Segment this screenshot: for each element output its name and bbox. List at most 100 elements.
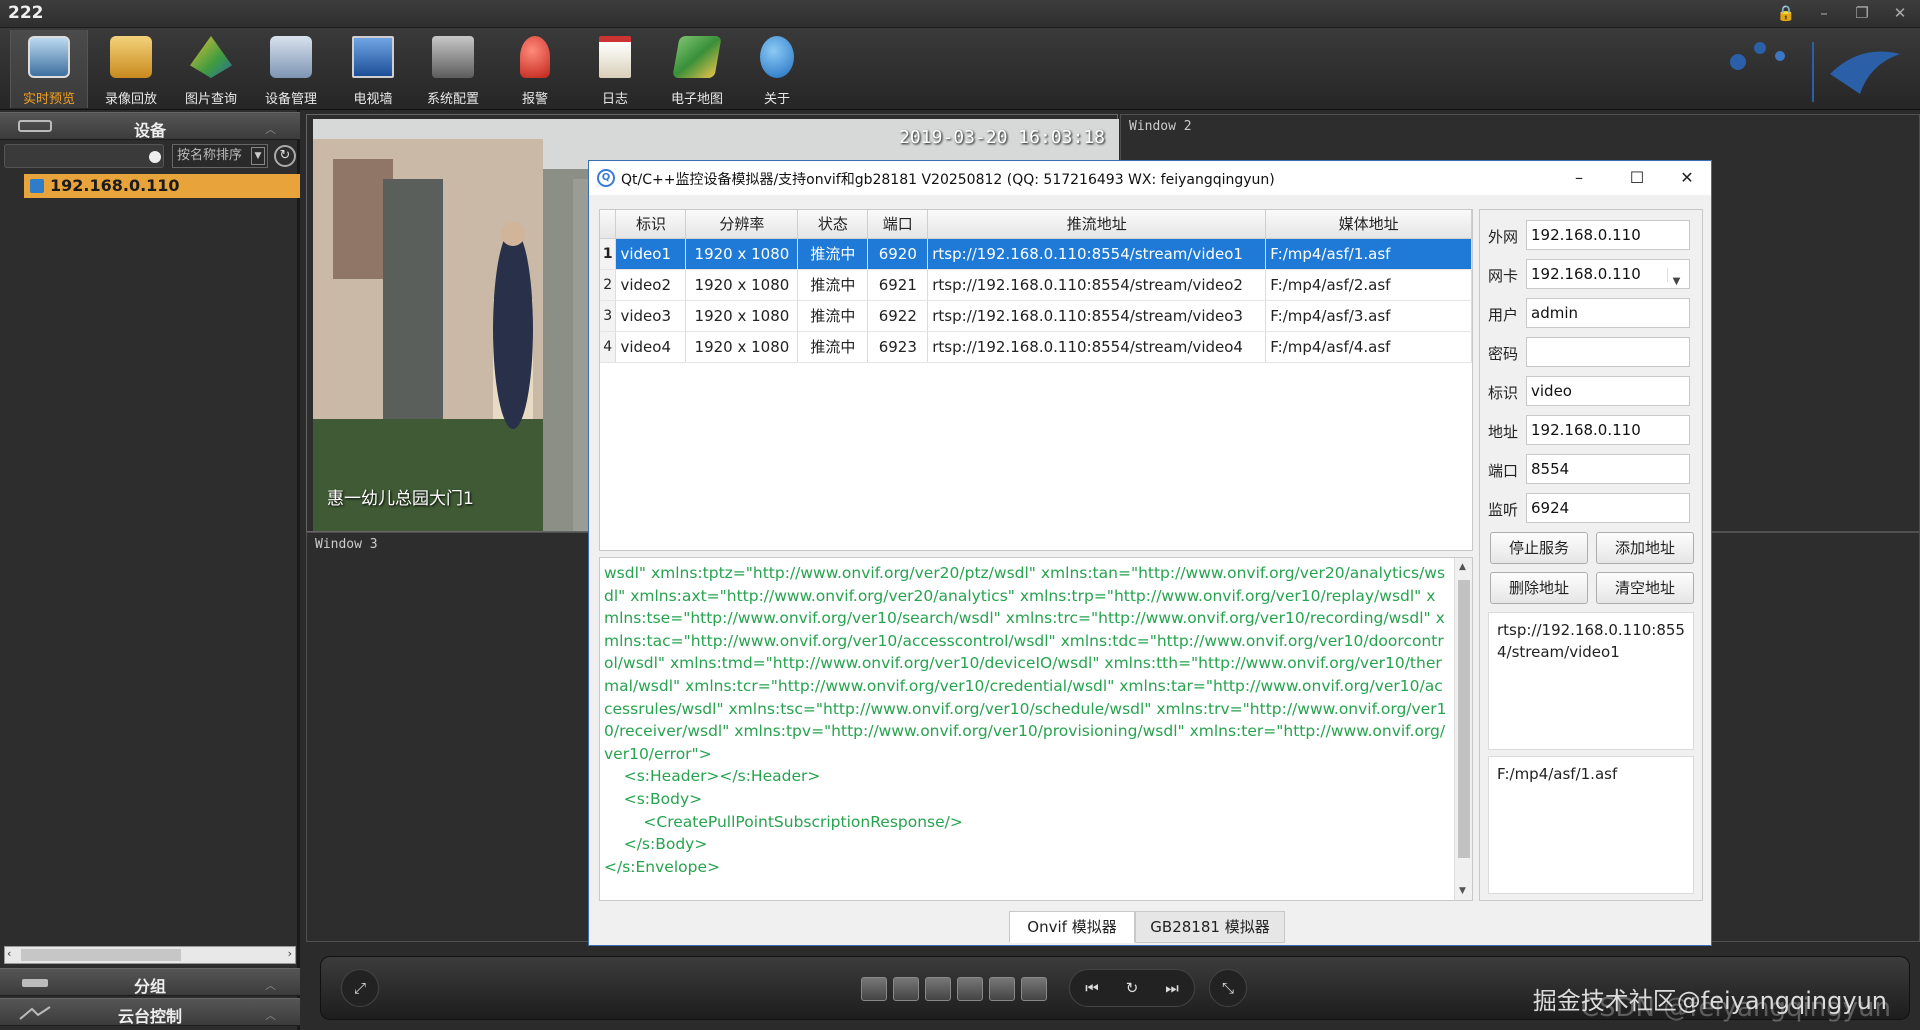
app-title: 222 [8, 3, 44, 23]
add-address-button[interactable]: 添加地址 [1596, 532, 1694, 564]
toolbar-item-device-manage[interactable]: 设备管理 [252, 30, 330, 108]
layout-4-button[interactable] [893, 977, 919, 1001]
cell-resolution: 1920 x 1080 [685, 238, 799, 270]
table-row[interactable]: 2 video2 1920 x 1080 推流中 6921 rtsp://192… [600, 269, 1472, 301]
device-search-input[interactable] [4, 144, 164, 168]
column-header-media-path[interactable]: 媒体地址 [1265, 210, 1472, 239]
layout-9-button[interactable] [957, 977, 983, 1001]
media-path-box[interactable]: F:/mp4/asf/1.asf [1488, 756, 1694, 894]
password-input[interactable] [1526, 337, 1690, 367]
cell-status: 推流中 [797, 269, 869, 301]
juejin-watermark: 掘金技术社区@feiyangqingyun [1532, 987, 1887, 1015]
id-label: 标识 [1488, 384, 1519, 402]
scrollbar-thumb[interactable] [1458, 580, 1470, 858]
toolbar-label: 报警 [521, 92, 548, 107]
chevron-down-icon: ▼ [251, 147, 265, 165]
tab-gb28181[interactable]: GB28181 模拟器 [1135, 911, 1285, 943]
port-input[interactable]: 8554 [1526, 454, 1690, 484]
restore-button[interactable]: ❐ [1850, 2, 1874, 24]
stream-table-grid: 标识 分辨率 状态 端口 推流地址 媒体地址 1 video1 1920 x 1… [600, 210, 1472, 363]
scroll-up-icon[interactable]: ▲ [1459, 562, 1466, 572]
scrollbar-thumb[interactable] [21, 949, 181, 961]
stream-table: 标识 分辨率 状态 端口 推流地址 媒体地址 1 video1 1920 x 1… [599, 209, 1473, 551]
dialog-close-button[interactable]: ✕ [1665, 163, 1709, 193]
toolbar-item-playback[interactable]: 录像回放 [92, 30, 170, 108]
log-scrollbar[interactable]: ▲ ▼ [1454, 558, 1472, 900]
column-header-resolution[interactable]: 分辨率 [685, 210, 799, 239]
toolbar-label: 系统配置 [426, 92, 479, 107]
table-row[interactable]: 4 video4 1920 x 1080 推流中 6923 rtsp://192… [600, 331, 1472, 363]
column-header-port[interactable]: 端口 [867, 210, 929, 239]
column-header-id[interactable]: 标识 [615, 210, 687, 239]
sort-select[interactable]: 按名称排序 ▼ [172, 144, 268, 168]
simulator-dialog: Q Qt/C++监控设备模拟器/支持onvif和gb28181 V2025081… [588, 160, 1712, 946]
message-log[interactable]: wsdl" xmlns:tptz="http://www.onvif.org/v… [599, 557, 1473, 901]
toolbar-item-about[interactable]: 关于 [738, 30, 816, 108]
settings-form: 外网 192.168.0.110 网卡 192.168.0.110 ▼ 用户 a… [1479, 209, 1703, 901]
cell-push-url: rtsp://192.168.0.110:8554/stream/video2 [927, 269, 1267, 301]
previous-icon[interactable]: ⏮ [1074, 973, 1110, 1003]
layout-1-button[interactable] [861, 977, 887, 1001]
scroll-left-icon[interactable]: ‹ [7, 947, 11, 960]
cell-status: 推流中 [797, 331, 869, 363]
clear-address-button[interactable]: 清空地址 [1596, 572, 1694, 604]
address-input[interactable]: 192.168.0.110 [1526, 415, 1690, 445]
device-section-header[interactable]: 设备 ︿ [0, 112, 300, 140]
column-header-push-url[interactable]: 推流地址 [927, 210, 1267, 239]
row-number: 3 [600, 300, 617, 332]
listen-input[interactable]: 6924 [1526, 493, 1690, 523]
loop-icon[interactable]: ↻ [1114, 973, 1150, 1003]
toolbar-item-system-config[interactable]: 系统配置 [414, 30, 492, 108]
sort-select-value: 按名称排序 [177, 148, 243, 163]
layout-16-button[interactable] [1021, 977, 1047, 1001]
id-input[interactable]: video [1526, 376, 1690, 406]
toolbar-item-tv-wall[interactable]: 电视墙 [334, 30, 412, 108]
cell-id: video3 [615, 300, 687, 332]
id-row: 标识 video [1486, 376, 1696, 406]
toolbar-item-map[interactable]: 电子地图 [658, 30, 736, 108]
cell-push-url: rtsp://192.168.0.110:8554/stream/video3 [927, 300, 1267, 332]
cell-resolution: 1920 x 1080 [685, 331, 799, 363]
user-input[interactable]: admin [1526, 298, 1690, 328]
log-icon [599, 36, 631, 78]
row-number: 4 [600, 331, 617, 363]
tab-onvif[interactable]: Onvif 模拟器 [1009, 911, 1135, 943]
fullscreen-button[interactable]: ⤢ [341, 969, 379, 1007]
toolbar-item-alarm[interactable]: 报警 [496, 30, 574, 108]
layout-6-button[interactable] [925, 977, 951, 1001]
column-header-status[interactable]: 状态 [797, 210, 869, 239]
group-section-header[interactable]: 分组 ︿ [0, 968, 300, 996]
delete-address-button[interactable]: 删除地址 [1490, 572, 1588, 604]
toolbar-item-log[interactable]: 日志 [576, 30, 654, 108]
camera-node-icon [30, 179, 44, 193]
wan-input[interactable]: 192.168.0.110 [1526, 220, 1690, 250]
table-row[interactable]: 1 video1 1920 x 1080 推流中 6920 rtsp://192… [600, 238, 1472, 270]
cell-media-path: F:/mp4/asf/1.asf [1265, 238, 1472, 270]
exit-fullscreen-button[interactable]: ⤡ [1209, 969, 1247, 1007]
layout-13-button[interactable] [989, 977, 1015, 1001]
cell-status: 推流中 [797, 238, 869, 270]
device-tree-scrollbar[interactable]: ‹ › [4, 946, 296, 964]
lock-icon[interactable]: 🔒 [1774, 2, 1798, 24]
toolbar-item-live-preview[interactable]: 实时预览 [10, 30, 88, 108]
next-icon[interactable]: ⏭ [1154, 973, 1190, 1003]
collapse-icon: ︿ [265, 123, 276, 136]
nic-select[interactable]: 192.168.0.110 ▼ [1526, 259, 1690, 289]
stream-url-box[interactable]: rtsp://192.168.0.110:8554/stream/video1 [1488, 612, 1694, 750]
search-indicator-icon [149, 151, 161, 163]
device-section-title: 设备 [133, 121, 166, 140]
minimize-button[interactable]: – [1812, 2, 1836, 24]
table-row[interactable]: 3 video3 1920 x 1080 推流中 6922 rtsp://192… [600, 300, 1472, 332]
dialog-minimize-button[interactable]: – [1557, 163, 1601, 193]
toolbar-item-picture-search[interactable]: 图片查询 [172, 30, 250, 108]
refresh-icon[interactable]: ↻ [274, 145, 296, 167]
about-icon [760, 36, 794, 78]
stop-service-button[interactable]: 停止服务 [1490, 532, 1588, 564]
scroll-right-icon[interactable]: › [288, 947, 292, 960]
dialog-maximize-button[interactable]: ☐ [1615, 163, 1659, 193]
device-tree-item[interactable]: 192.168.0.110 [24, 174, 300, 198]
close-button[interactable]: ✕ [1888, 2, 1912, 24]
cell-port: 6923 [867, 331, 929, 363]
scroll-down-icon[interactable]: ▼ [1459, 886, 1466, 896]
ptz-section-header[interactable]: 云台控制 ︿ [0, 998, 300, 1026]
